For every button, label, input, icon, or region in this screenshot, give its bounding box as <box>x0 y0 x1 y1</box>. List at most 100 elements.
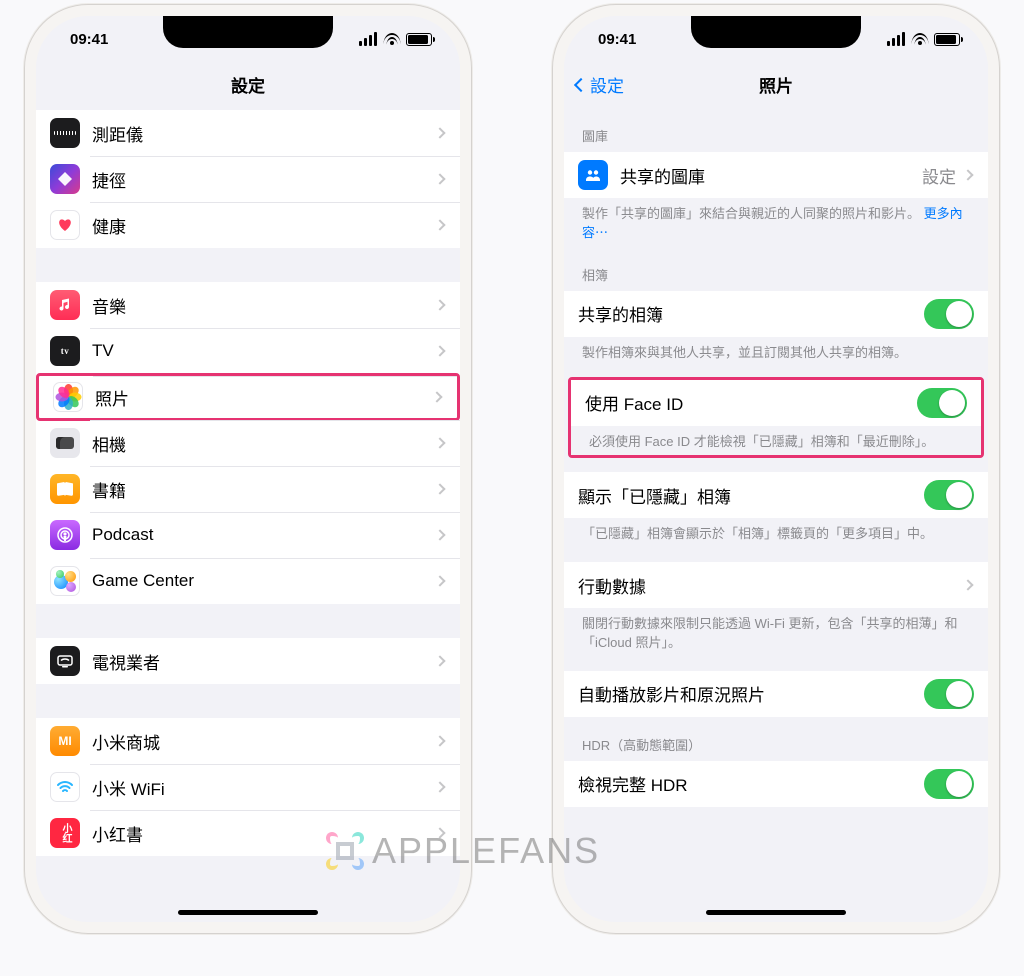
chevron-right-icon <box>434 575 445 586</box>
row-label: 行動數據 <box>578 573 964 598</box>
back-label: 設定 <box>590 72 624 97</box>
settings-list[interactable]: 測距儀 捷徑 健康 <box>36 108 460 922</box>
toggle-shared-albums[interactable] <box>924 299 974 329</box>
mi-store-icon: MI <box>50 726 80 756</box>
row-label: 音樂 <box>92 293 436 318</box>
screen-right: 09:41 設定 照片 圖庫 <box>564 16 988 922</box>
chevron-right-icon <box>434 127 445 138</box>
chevron-right-icon <box>434 345 445 356</box>
row-label: TV <box>92 341 436 361</box>
row-label: 顯示「已隱藏」相簿 <box>578 483 924 508</box>
row-photos[interactable]: 照片 <box>36 373 460 421</box>
shortcuts-icon <box>50 164 80 194</box>
photos-settings[interactable]: 圖庫 共享的圖庫 設定 製作「共享的圖庫」來結合與親近的人同聚的照片和影片。 更… <box>564 108 988 922</box>
chevron-right-icon <box>434 483 445 494</box>
row-books[interactable]: 書籍 <box>36 466 460 512</box>
back-button[interactable]: 設定 <box>576 72 624 97</box>
row-shortcuts[interactable]: 捷徑 <box>36 156 460 202</box>
row-label: 測距儀 <box>92 121 436 146</box>
section-header: HDR（高動態範圍） <box>564 717 988 761</box>
wifi-icon <box>911 33 928 45</box>
row-use-face-id[interactable]: 使用 Face ID <box>571 380 981 426</box>
row-tv[interactable]: tv TV <box>36 328 460 374</box>
music-icon <box>50 290 80 320</box>
row-label: 小米 WiFi <box>92 775 436 800</box>
row-music[interactable]: 音樂 <box>36 282 460 328</box>
chevron-right-icon <box>962 169 973 180</box>
row-mi-wifi[interactable]: 小米 WiFi <box>36 764 460 810</box>
section-footer: 必須使用 Face ID 才能檢視「已隱藏」相簿和「最近刪除」。 <box>571 426 981 456</box>
row-shared-library[interactable]: 共享的圖庫 設定 <box>564 152 988 198</box>
chevron-right-icon <box>434 299 445 310</box>
section-header: 相簿 <box>564 247 988 291</box>
chevron-right-icon <box>434 219 445 230</box>
row-label: 共享的相簿 <box>578 301 924 326</box>
chevron-right-icon <box>962 580 973 591</box>
toggle-use-face-id[interactable] <box>917 388 967 418</box>
status-time: 09:41 <box>70 31 108 48</box>
camera-icon <box>50 428 80 458</box>
shared-library-icon <box>578 160 608 190</box>
toggle-show-hidden[interactable] <box>924 480 974 510</box>
row-podcast[interactable]: Podcast <box>36 512 460 558</box>
toggle-full-hdr[interactable] <box>924 769 974 799</box>
row-label: 自動播放影片和原況照片 <box>578 681 924 706</box>
status-time: 09:41 <box>598 31 636 48</box>
tv-icon: tv <box>50 336 80 366</box>
photos-icon <box>53 382 83 412</box>
section-footer: 製作「共享的圖庫」來結合與親近的人同聚的照片和影片。 更多內容⋯ <box>564 198 988 247</box>
gamecenter-icon <box>50 566 80 596</box>
row-gamecenter[interactable]: Game Center <box>36 558 460 604</box>
row-tvprovider[interactable]: 電視業者 <box>36 638 460 684</box>
page-title: 設定 <box>231 72 265 97</box>
mi-wifi-icon <box>50 772 80 802</box>
row-camera[interactable]: 相機 <box>36 420 460 466</box>
nav-bar: 設定 照片 <box>564 62 988 108</box>
row-label: 共享的圖庫 <box>620 163 922 188</box>
row-shared-albums[interactable]: 共享的相簿 <box>564 291 988 337</box>
row-show-hidden-album[interactable]: 顯示「已隱藏」相簿 <box>564 472 988 518</box>
chevron-right-icon <box>434 655 445 666</box>
row-label: Game Center <box>92 571 436 591</box>
row-label: 書籍 <box>92 477 436 502</box>
row-label: 小红書 <box>92 821 436 846</box>
section-footer: 關閉行動數據來限制只能透過 Wi-Fi 更新，包含「共享的相薄」和「iCloud… <box>564 608 988 657</box>
row-label: 相機 <box>92 431 436 456</box>
section-footer: 製作相簿來與其他人共享，並且訂閱其他人共享的相簿。 <box>564 337 988 367</box>
health-icon <box>50 210 80 240</box>
chevron-right-icon <box>434 781 445 792</box>
xhs-icon: 小红 <box>50 818 80 848</box>
row-cellular-data[interactable]: 行動數據 <box>564 562 988 608</box>
row-health[interactable]: 健康 <box>36 202 460 248</box>
notch <box>691 16 861 48</box>
chevron-right-icon <box>434 827 445 838</box>
row-label: 照片 <box>95 385 433 410</box>
row-label: 使用 Face ID <box>585 390 917 415</box>
row-mi-store[interactable]: MI 小米商城 <box>36 718 460 764</box>
screen-left: 09:41 設定 測距儀 <box>36 16 460 922</box>
row-label: Podcast <box>92 525 436 545</box>
battery-icon <box>406 33 432 46</box>
row-xhs[interactable]: 小红 小红書 <box>36 810 460 856</box>
page-title: 照片 <box>759 72 793 97</box>
phone-right: 09:41 設定 照片 圖庫 <box>552 4 1000 934</box>
chevron-right-icon <box>431 391 442 402</box>
home-indicator[interactable] <box>706 910 846 915</box>
chevron-right-icon <box>434 735 445 746</box>
section-header: 圖庫 <box>564 108 988 152</box>
row-full-hdr[interactable]: 檢視完整 HDR <box>564 761 988 807</box>
notch <box>163 16 333 48</box>
phone-left: 09:41 設定 測距儀 <box>24 4 472 934</box>
home-indicator[interactable] <box>178 910 318 915</box>
row-value: 設定 <box>922 163 956 188</box>
row-measure[interactable]: 測距儀 <box>36 110 460 156</box>
tvprovider-icon <box>50 646 80 676</box>
wifi-icon <box>383 33 400 45</box>
row-autoplay[interactable]: 自動播放影片和原況照片 <box>564 671 988 717</box>
toggle-autoplay[interactable] <box>924 679 974 709</box>
row-label: 檢視完整 HDR <box>578 771 924 796</box>
battery-icon <box>934 33 960 46</box>
cellular-icon <box>887 32 905 46</box>
row-label: 電視業者 <box>92 649 436 674</box>
row-label: 捷徑 <box>92 167 436 192</box>
